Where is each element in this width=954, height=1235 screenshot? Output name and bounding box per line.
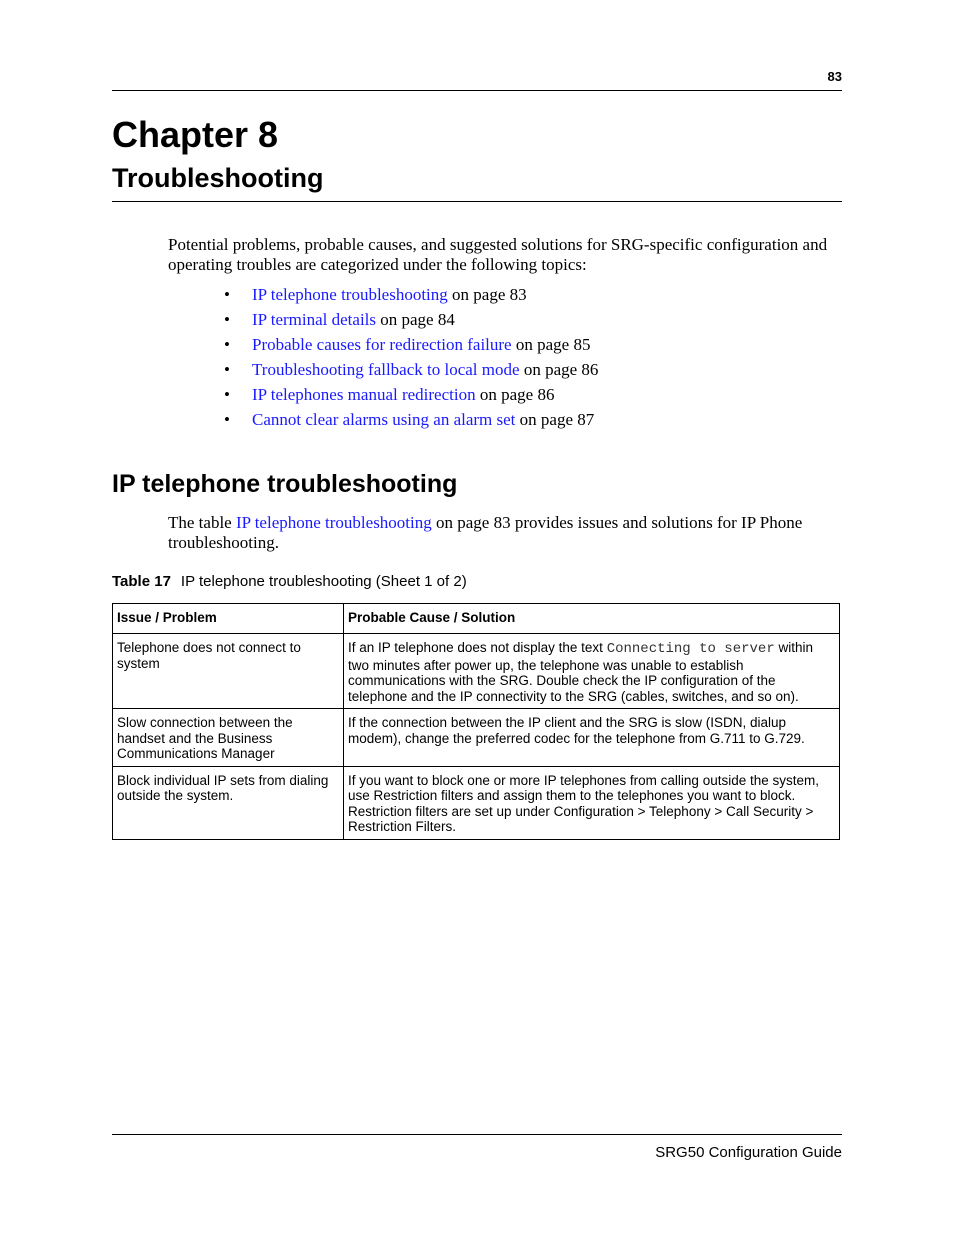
table-caption: Table 17 IP telephone troubleshooting (Sh…: [112, 573, 467, 590]
topic-page-ref: on page 86: [519, 360, 599, 379]
table-row: Slow connection between the handset and …: [112, 708, 840, 767]
topic-page-ref: on page 83: [447, 285, 527, 304]
bullet-icon: •: [224, 385, 230, 404]
header-issue: Issue / Problem: [112, 603, 344, 634]
header-rule: [112, 90, 842, 91]
section-heading: IP telephone troubleshooting: [112, 470, 458, 498]
topic-link-clear-alarms[interactable]: Cannot clear alarms using an alarm set: [252, 410, 515, 429]
bullet-icon: •: [224, 335, 230, 354]
section-paragraph: The table IP telephone troubleshooting o…: [168, 513, 828, 553]
topic-item: • Cannot clear alarms using an alarm set …: [224, 410, 598, 435]
topic-item: • IP telephones manual redirection on pag…: [224, 385, 598, 410]
topic-item: • IP terminal details on page 84: [224, 310, 598, 335]
bullet-icon: •: [224, 410, 230, 429]
topic-list: • IP telephone troubleshooting on page 83…: [224, 285, 598, 435]
header-solution: Probable Cause / Solution: [343, 603, 840, 634]
footer-title: SRG50 Configuration Guide: [655, 1144, 842, 1161]
table-row: Telephone does not connect to system If …: [112, 633, 840, 709]
troubleshooting-table: Issue / Problem Probable Cause / Solutio…: [112, 603, 840, 840]
topic-page-ref: on page 86: [475, 385, 555, 404]
table-caption-text: IP telephone troubleshooting (Sheet 1 of…: [180, 573, 467, 590]
table-row: Block individual IP sets from dialing ou…: [112, 765, 840, 840]
table-caption-label: Table 17: [112, 573, 171, 590]
title-rule: [112, 201, 842, 202]
issue-cell: Block individual IP sets from dialing ou…: [112, 765, 344, 840]
bullet-icon: •: [224, 310, 230, 329]
topic-link-fallback-local-mode[interactable]: Troubleshooting fallback to local mode: [252, 360, 520, 379]
table-reference-link[interactable]: IP telephone troubleshooting: [236, 513, 432, 532]
topic-item: • IP telephone troubleshooting on page 83: [224, 285, 598, 310]
chapter-title: Troubleshooting: [112, 163, 324, 193]
topic-page-ref: on page 84: [376, 310, 455, 329]
topic-link-manual-redirection[interactable]: IP telephones manual redirection: [252, 385, 476, 404]
footer-rule: [112, 1134, 842, 1135]
bullet-icon: •: [224, 360, 230, 379]
issue-cell: Telephone does not connect to system: [112, 633, 344, 709]
intro-paragraph: Potential problems, probable causes, and…: [168, 235, 828, 274]
solution-cell: If an IP telephone does not display the …: [343, 633, 840, 709]
solution-text: If an IP telephone does not display the …: [348, 640, 607, 655]
topic-page-ref: on page 87: [515, 410, 595, 429]
section-text-prefix: The table: [168, 513, 236, 532]
issue-cell: Slow connection between the handset and …: [112, 708, 344, 767]
topic-link-ip-terminal-details[interactable]: IP terminal details: [252, 310, 376, 329]
topic-link-redirection-failure[interactable]: Probable causes for redirection failure: [252, 335, 512, 354]
chapter-label: Chapter 8: [112, 114, 279, 155]
table-header-row: Issue / Problem Probable Cause / Solutio…: [112, 603, 840, 634]
topic-page-ref: on page 85: [511, 335, 591, 354]
solution-cell: If you want to block one or more IP tele…: [343, 765, 840, 840]
bullet-icon: •: [224, 285, 230, 304]
solution-code-text: Connecting to server: [606, 641, 775, 657]
topic-item: • Probable causes for redirection failure…: [224, 335, 598, 360]
page-number: 83: [827, 69, 842, 84]
topic-item: • Troubleshooting fallback to local mode …: [224, 360, 598, 385]
solution-cell: If the connection between the IP client …: [343, 708, 840, 767]
topic-link-ip-telephone-troubleshooting[interactable]: IP telephone troubleshooting: [252, 285, 448, 304]
